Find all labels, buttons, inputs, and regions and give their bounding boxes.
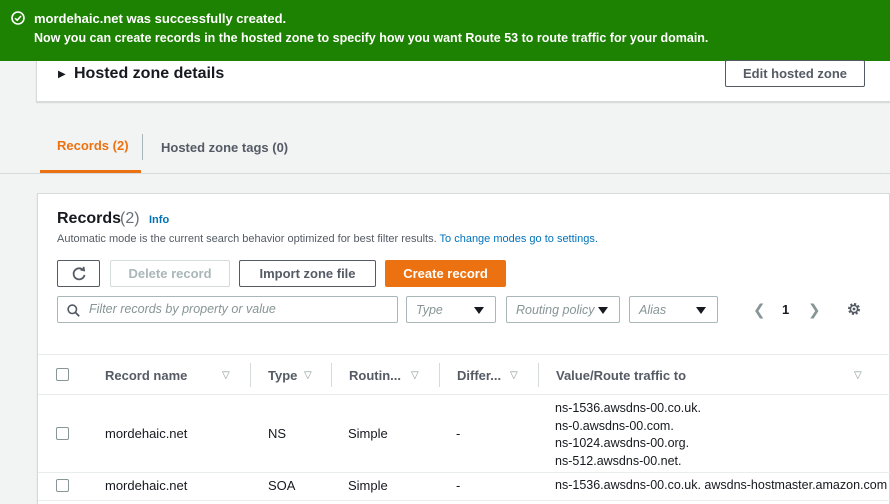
sort-type: ▽ [304,355,312,395]
next-page-icon[interactable]: ❯ [808,301,821,319]
row-checkbox[interactable] [56,479,69,492]
sort-icon[interactable]: ▽ [222,370,230,381]
sort-record-name: ▽ [222,355,230,395]
chevron-down-icon [696,307,706,314]
value-line: ns-0.awsdns-00.com. [555,418,674,433]
sort-routing: ▽ [411,355,419,395]
delete-record-button[interactable]: Delete record [110,260,230,287]
routing-policy-cell: Simple [348,426,388,441]
alias-filter-select[interactable]: Alias [629,296,718,323]
search-icon [67,304,80,317]
edit-hosted-zone-button[interactable]: Edit hosted zone [725,60,865,87]
refresh-button[interactable] [57,260,100,287]
row-checkbox[interactable] [56,427,69,440]
value-cell: ns-1536.awsdns-00.co.uk. ns-0.awsdns-00.… [555,400,701,470]
previous-page-icon[interactable]: ❮ [753,301,766,319]
header-record-name-label: Record name [105,367,188,383]
hosted-zone-details-toggle[interactable]: Hosted zone details [74,65,224,83]
records-panel: Records (2) Info Automatic mode is the c… [37,193,890,504]
flash-title: mordehaic.net was successfully created. [34,11,287,26]
filter-records-input[interactable]: Filter records by property or value [57,296,398,323]
routing-policy-cell: Simple [348,478,388,493]
value-line: ns-1024.awsdns-00.org. [555,436,690,451]
sort-icon[interactable]: ▽ [304,370,312,381]
record-type-cell: NS [268,426,287,441]
select-all-checkbox[interactable] [56,368,69,381]
column-divider [538,363,539,387]
info-link[interactable]: Info [149,214,169,226]
tab-bar: Records (2) Hosted zone tags (0) [0,120,890,174]
routing-policy-filter-select[interactable]: Routing policy [506,296,620,323]
type-filter-placeholder: Type [416,303,443,317]
expand-caret-icon[interactable]: ▶ [58,69,66,80]
flash-message: Now you can create records in the hosted… [34,31,709,45]
refresh-icon [72,266,85,280]
import-zone-file-button[interactable]: Import zone file [239,260,376,287]
check-circle-icon [11,11,25,25]
sort-value: ▽ [854,355,862,395]
type-filter-select[interactable]: Type [406,296,496,323]
value-line: ns-512.awsdns-00.net. [555,453,682,468]
sort-icon[interactable]: ▽ [411,370,419,381]
value-cell: ns-1536.awsdns-00.co.uk. awsdns-hostmast… [555,478,888,492]
tab-divider [142,134,143,160]
table-row[interactable]: mordehaic.net NS Simple - ns-1536.awsdns… [38,395,890,473]
header-routing-label: Routin... [349,367,401,383]
record-type-cell: SOA [268,478,296,493]
success-flashbar: mordehaic.net was successfully created. … [0,0,890,61]
alias-filter-placeholder: Alias [639,303,667,317]
header-value-label: Value/Route traffic to [556,367,687,383]
settings-link[interactable]: To change modes go to settings. [440,233,598,245]
differentiator-cell: - [456,478,461,493]
chevron-down-icon [598,307,608,314]
header-record-name[interactable]: Record name [105,355,187,395]
chevron-down-icon [474,307,484,314]
create-record-button[interactable]: Create record [385,260,506,287]
sort-differ: ▽ [510,355,518,395]
table-header-row: Record name ▽ Type ▽ Routin... ▽ Differ.… [38,355,890,395]
description-text: Automatic mode is the current search beh… [57,233,437,245]
column-divider [250,363,251,387]
records-table: Record name ▽ Type ▽ Routin... ▽ Differ.… [38,354,890,501]
gear-icon[interactable] [846,301,862,317]
value-line: ns-1536.awsdns-00.co.uk. [555,401,701,415]
sort-icon[interactable]: ▽ [854,370,862,381]
header-type[interactable]: Type [268,355,297,395]
sort-icon[interactable]: ▽ [510,370,518,381]
differentiator-cell: - [456,426,461,441]
header-differentiator[interactable]: Differ... [457,355,501,395]
routing-policy-placeholder: Routing policy [516,303,595,317]
records-title: Records [57,210,122,227]
filter-placeholder: Filter records by property or value [89,302,276,316]
records-count: (2) [120,210,140,227]
header-value[interactable]: Value/Route traffic to [556,355,686,395]
header-differ-label: Differ... [457,367,502,383]
tab-records[interactable]: Records (2) [40,120,141,173]
record-name-cell: mordehaic.net [105,478,188,493]
tab-hosted-zone-tags[interactable]: Hosted zone tags (0) [161,120,288,174]
record-name-cell: mordehaic.net [105,426,188,441]
header-routing-policy[interactable]: Routin... [349,355,401,395]
column-divider [439,363,440,387]
current-page-number[interactable]: 1 [782,302,789,317]
column-divider [331,363,332,387]
records-description: Automatic mode is the current search beh… [57,233,598,245]
header-type-label: Type [268,367,298,383]
hosted-zone-details-panel: ▶ Hosted zone details Edit hosted zone [36,60,890,102]
table-row[interactable]: mordehaic.net SOA Simple - ns-1536.awsdn… [38,473,890,501]
